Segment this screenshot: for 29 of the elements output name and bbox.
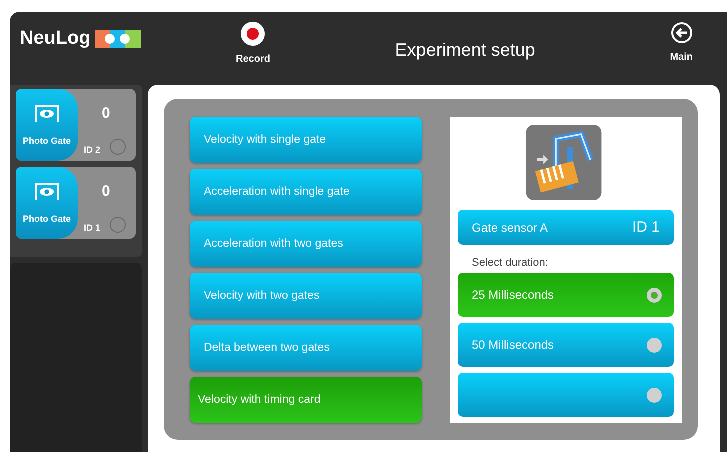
eye-icon xyxy=(34,104,60,124)
sensor-name: Photo Gate xyxy=(22,214,71,224)
sensor-card[interactable]: Photo Gate 0 ID 1 xyxy=(16,167,136,239)
logo-text: NeuLog xyxy=(20,28,91,50)
sensor-value: 0 xyxy=(102,183,110,200)
experiment-option[interactable]: Velocity with two gates xyxy=(190,273,422,319)
logo-icon xyxy=(94,30,141,48)
sensor-name: Photo Gate xyxy=(22,136,71,146)
sensor-id: ID 1 xyxy=(84,223,101,233)
duration-option[interactable] xyxy=(458,373,674,417)
experiment-option[interactable]: Velocity with timing card xyxy=(190,377,422,423)
gate-sensor-button[interactable]: Gate sensor A ID 1 xyxy=(458,210,674,245)
sensor-id: ID 2 xyxy=(84,145,101,155)
duration-option[interactable]: 50 Milliseconds xyxy=(458,323,674,367)
duration-label: Select duration: xyxy=(471,256,550,271)
experiment-option[interactable]: Velocity with single gate xyxy=(190,117,422,163)
status-ring-icon xyxy=(110,139,126,155)
status-ring-icon xyxy=(110,217,126,233)
duration-option[interactable]: 25 Milliseconds xyxy=(458,273,674,317)
experiment-option[interactable]: Acceleration with two gates xyxy=(190,221,422,267)
page-title: Experiment setup xyxy=(394,39,536,62)
eye-icon xyxy=(34,182,60,202)
experiment-option[interactable]: Acceleration with single gate xyxy=(190,169,422,215)
main-button[interactable]: Main xyxy=(664,12,699,85)
sensor-card[interactable]: Photo Gate 0 ID 2 xyxy=(16,89,136,161)
experiment-option[interactable]: Delta between two gates xyxy=(190,325,422,371)
record-button[interactable]: Record xyxy=(230,12,276,85)
sensor-value: 0 xyxy=(102,105,110,122)
record-icon xyxy=(241,22,266,46)
